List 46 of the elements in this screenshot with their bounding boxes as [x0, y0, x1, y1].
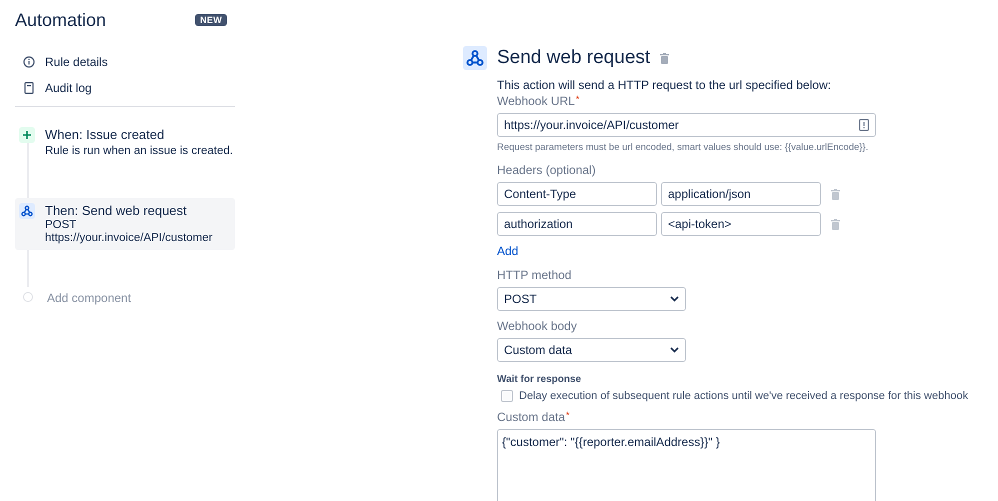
helper-text: Request parameters must be url encoded, smart values should use: {{value.urlEncode}}.	[497, 142, 870, 153]
field-label: Headers (optional)	[497, 163, 596, 177]
step-detail: POST	[45, 219, 78, 232]
step-title: Then: Send web request	[45, 203, 188, 219]
step-detail: https://your.invoice/API/customer	[45, 232, 212, 245]
chevron-down-icon	[670, 296, 679, 302]
rule-step-card[interactable]: Then: Send web request POST https://your.invoice/API/customer	[15, 198, 235, 250]
page-title: Automation	[15, 10, 106, 30]
step-title: When: Issue created	[45, 127, 166, 143]
step-title: Add component	[47, 290, 132, 306]
info-icon	[23, 56, 35, 68]
field-label: Webhook URL	[497, 94, 575, 108]
section-label: Wait for response	[497, 374, 582, 385]
header-value-field[interactable]: application/json	[661, 182, 821, 206]
webhook-icon	[19, 203, 35, 219]
empty-circle-icon	[23, 292, 33, 302]
trash-icon[interactable]	[831, 218, 840, 230]
custom-data-field[interactable]: {"customer": "{{reporter.emailAddress}}" }	[497, 429, 876, 501]
plus-icon	[19, 127, 35, 143]
webhook-icon	[463, 46, 487, 70]
field-label: HTTP method	[497, 268, 572, 282]
chevron-down-icon	[670, 347, 679, 353]
nav-link[interactable]: Rule details	[45, 55, 108, 69]
trash-icon[interactable]	[660, 52, 670, 64]
nav-link[interactable]: Audit log	[45, 81, 92, 95]
method-dropdown[interactable]: POST	[497, 287, 686, 311]
field-label: Custom data	[497, 410, 566, 424]
trash-icon[interactable]	[831, 188, 840, 200]
checkbox[interactable]	[501, 390, 513, 402]
new-badge: NEW	[195, 14, 227, 26]
panel-title: Send web request	[497, 47, 650, 69]
body-dropdown[interactable]: Custom data	[497, 338, 686, 362]
step-detail: Rule is run when an issue is created.	[45, 145, 233, 158]
document-icon	[23, 82, 35, 94]
header-name-field[interactable]: Content-Type	[497, 182, 657, 206]
header-value-field[interactable]: <api-token>	[661, 212, 821, 236]
required-mark: *	[566, 410, 570, 422]
smart-value-icon[interactable]	[859, 119, 869, 131]
header-name-field[interactable]: authorization	[497, 212, 657, 236]
required-mark: *	[576, 94, 580, 106]
rule-step-card[interactable]: When: Issue created Rule is run when an issue is created.	[15, 125, 235, 160]
field-label: Webhook body	[497, 319, 577, 333]
description-text: This action will send a HTTP request to the url specified below:	[497, 78, 832, 92]
checkbox-label: Delay execution of subsequent rule actions until we've received a response for this webhook	[519, 390, 968, 402]
url-field[interactable]: https://your.invoice/API/customer	[497, 113, 876, 137]
add-link[interactable]: Add	[497, 244, 518, 258]
